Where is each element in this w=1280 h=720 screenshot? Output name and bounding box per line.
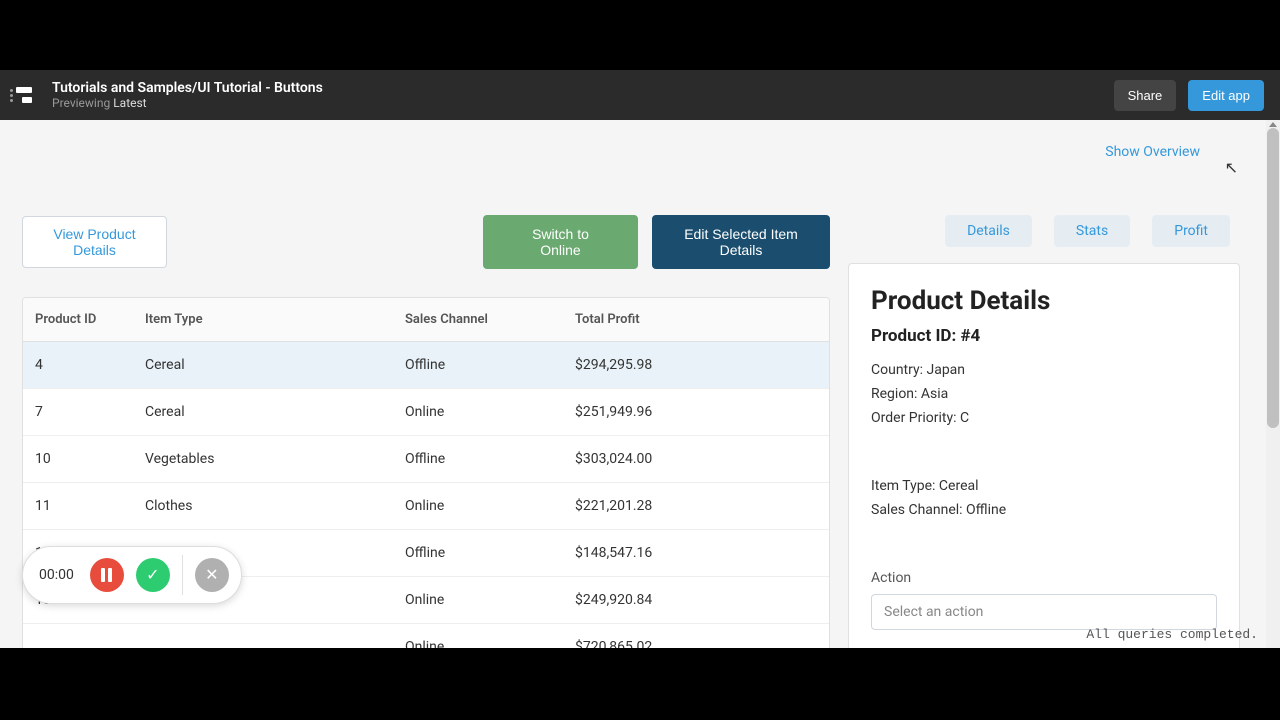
tab-details[interactable]: Details <box>945 215 1032 247</box>
details-heading: Product Details <box>871 286 1217 316</box>
show-overview-link[interactable]: Show Overview <box>1105 144 1200 160</box>
recorder-time: 00:00 <box>39 567 74 583</box>
tab-profit[interactable]: Profit <box>1152 215 1230 247</box>
cell-product-id: 11 <box>23 483 133 529</box>
cell-product-id <box>23 624 133 648</box>
cell-item-type: Vegetables <box>133 436 393 482</box>
tab-stats[interactable]: Stats <box>1054 215 1130 247</box>
share-button[interactable]: Share <box>1114 80 1177 111</box>
detail-priority: Order Priority: C <box>871 410 1217 426</box>
cell-product-id: 4 <box>23 342 133 388</box>
cell-total-profit: $251,949.96 <box>563 389 829 435</box>
switch-to-online-button[interactable]: Switch to Online <box>483 215 638 269</box>
detail-tabs: Details Stats Profit <box>848 215 1240 247</box>
cell-sales-channel: Offline <box>393 530 563 576</box>
cell-item-type: Clothes <box>133 483 393 529</box>
col-header-item-type[interactable]: Item Type <box>133 298 393 341</box>
product-details-card: Product Details Product ID: #4 Country: … <box>848 263 1240 648</box>
cell-item-type <box>133 624 393 648</box>
status-message: All queries completed. <box>1086 627 1258 642</box>
check-icon: ✓ <box>146 565 159 585</box>
close-icon: ✕ <box>205 565 218 585</box>
cell-sales-channel: Online <box>393 389 563 435</box>
cell-total-profit: $720,865.02 <box>563 624 829 648</box>
app-title: Tutorials and Samples/UI Tutorial - Butt… <box>52 80 323 96</box>
right-column: Details Stats Profit Product Details Pro… <box>848 215 1240 648</box>
scrollbar[interactable] <box>1266 120 1280 648</box>
cursor-icon: ↖ <box>1225 158 1238 177</box>
cell-sales-channel: Online <box>393 483 563 529</box>
pause-icon <box>101 568 112 582</box>
scroll-up-icon[interactable] <box>1269 122 1277 127</box>
edit-selected-item-button[interactable]: Edit Selected Item Details <box>652 215 830 269</box>
col-header-sales-channel[interactable]: Sales Channel <box>393 298 563 341</box>
recorder-divider <box>182 555 183 595</box>
scrollbar-thumb[interactable] <box>1267 128 1279 428</box>
cell-sales-channel: Online <box>393 624 563 648</box>
cell-item-type: Cereal <box>133 342 393 388</box>
table-header: Product ID Item Type Sales Channel Total… <box>23 298 829 342</box>
recorder-overlay: 00:00 ✓ ✕ <box>22 546 242 604</box>
cell-total-profit: $148,547.16 <box>563 530 829 576</box>
select-placeholder: Select an action <box>884 604 983 620</box>
header-titles: Tutorials and Samples/UI Tutorial - Butt… <box>52 80 323 110</box>
col-header-product-id[interactable]: Product ID <box>23 298 133 341</box>
detail-region: Region: Asia <box>871 386 1217 402</box>
recorder-confirm-button[interactable]: ✓ <box>136 558 170 592</box>
cell-total-profit: $303,024.00 <box>563 436 829 482</box>
table-row[interactable]: 7 Cereal Online $251,949.96 <box>23 389 829 436</box>
app-header: Tutorials and Samples/UI Tutorial - Butt… <box>0 70 1280 120</box>
detail-item-type: Item Type: Cereal <box>871 478 1217 494</box>
cell-item-type: Cereal <box>133 389 393 435</box>
cell-sales-channel: Offline <box>393 436 563 482</box>
detail-country: Country: Japan <box>871 362 1217 378</box>
view-product-details-button[interactable]: View Product Details <box>22 216 167 268</box>
cell-product-id: 7 <box>23 389 133 435</box>
product-id-label: Product ID: #4 <box>871 326 1217 346</box>
letterbox-bottom <box>0 648 1280 720</box>
letterbox-top <box>0 0 1280 70</box>
action-button-row: View Product Details Switch to Online Ed… <box>22 215 830 269</box>
edit-app-button[interactable]: Edit app <box>1188 80 1264 111</box>
action-label: Action <box>871 570 1217 586</box>
cell-total-profit: $294,295.98 <box>563 342 829 388</box>
preview-status: Previewing Latest <box>52 96 323 110</box>
action-select[interactable]: Select an action <box>871 594 1217 630</box>
header-left: Tutorials and Samples/UI Tutorial - Butt… <box>16 80 323 110</box>
col-header-total-profit[interactable]: Total Profit <box>563 298 829 341</box>
table-row[interactable]: 11 Clothes Online $221,201.28 <box>23 483 829 530</box>
recorder-close-button[interactable]: ✕ <box>195 558 229 592</box>
app-content: Show Overview ↖ View Product Details Swi… <box>0 120 1280 648</box>
cell-sales-channel: Online <box>393 577 563 623</box>
table-row[interactable]: 10 Vegetables Offline $303,024.00 <box>23 436 829 483</box>
recorder-pause-button[interactable] <box>90 558 124 592</box>
cell-total-profit: $221,201.28 <box>563 483 829 529</box>
table-row[interactable]: Online $720,865.02 <box>23 624 829 648</box>
app-logo-icon[interactable] <box>16 83 40 107</box>
cell-total-profit: $249,920.84 <box>563 577 829 623</box>
cell-sales-channel: Offline <box>393 342 563 388</box>
cell-product-id: 10 <box>23 436 133 482</box>
header-right: Share Edit app <box>1114 80 1264 111</box>
table-row[interactable]: 4 Cereal Offline $294,295.98 <box>23 342 829 389</box>
detail-sales-channel: Sales Channel: Offline <box>871 502 1217 518</box>
